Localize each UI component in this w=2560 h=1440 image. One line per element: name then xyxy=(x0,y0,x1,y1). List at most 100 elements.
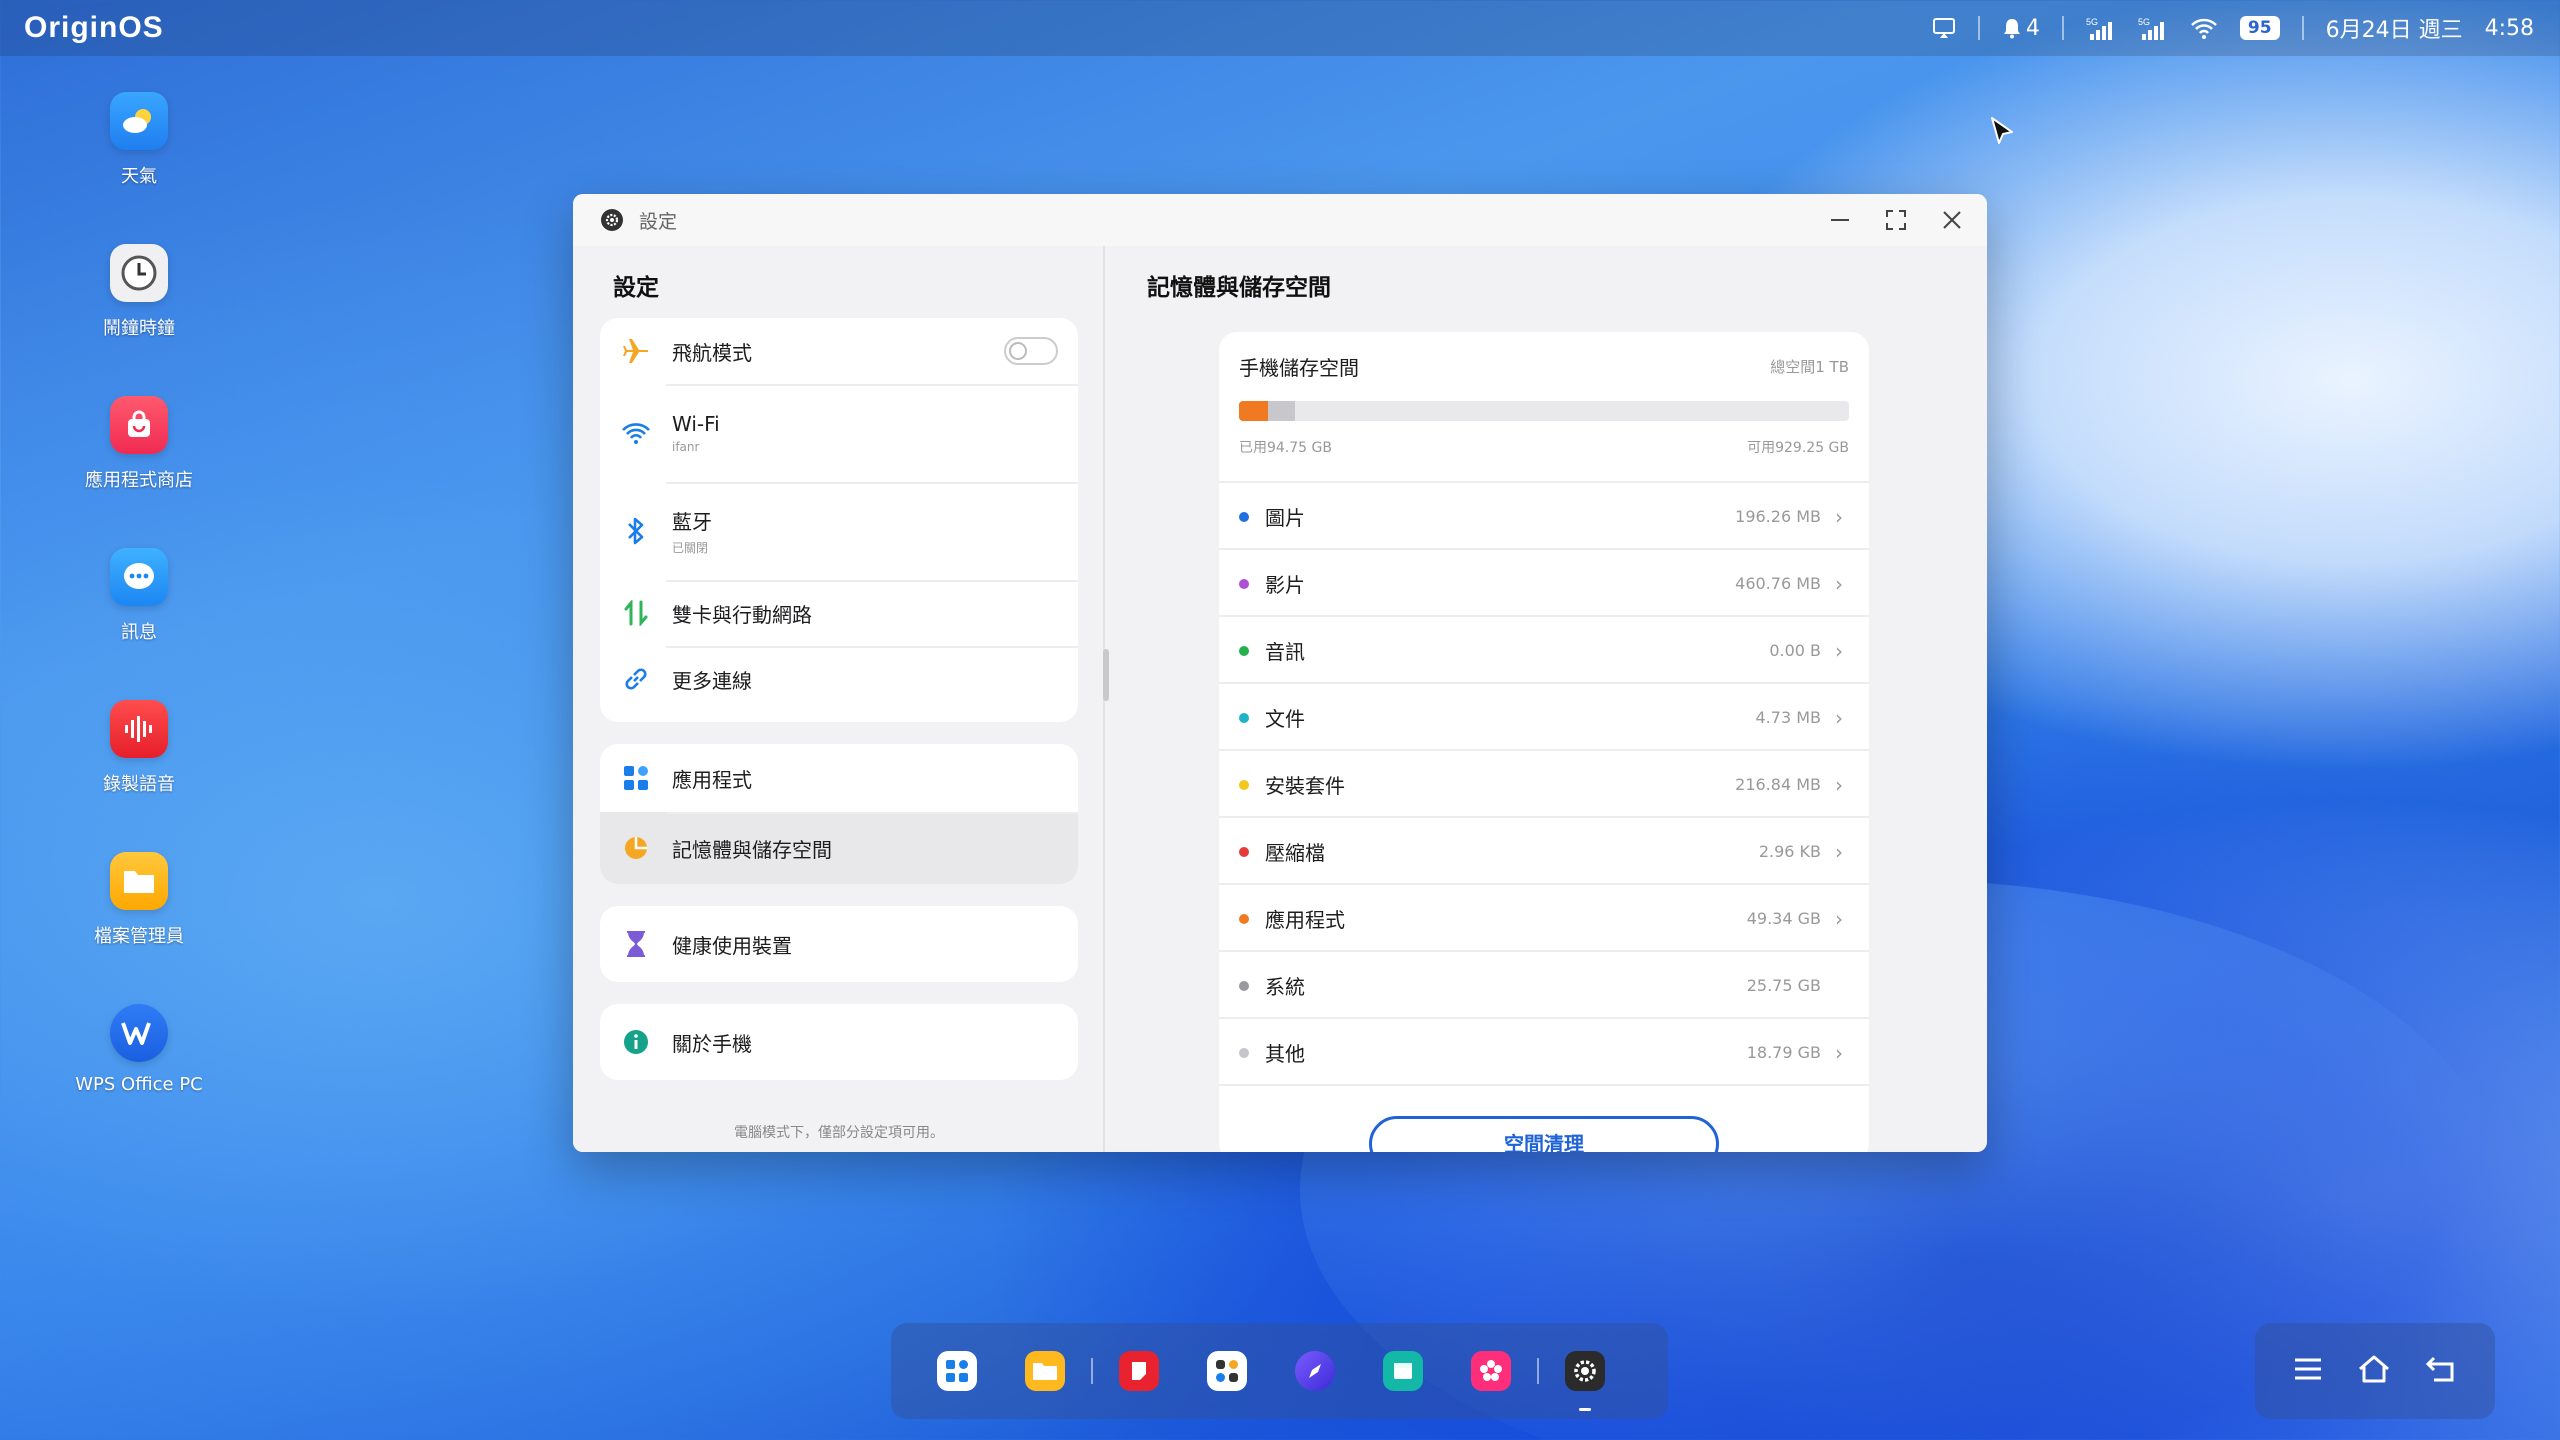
gallery-icon xyxy=(1383,1351,1423,1391)
sidebar-item-airplane-mode[interactable]: 飛航模式 xyxy=(600,318,1078,384)
desktop-mode-note: 電腦模式下，僅部分設定項可用。 xyxy=(734,1125,944,1141)
dock-app-gallery[interactable] xyxy=(1359,1351,1447,1391)
storage-available: 可用929.25 GB xyxy=(1747,440,1849,456)
close-button[interactable] xyxy=(1941,209,1963,231)
svg-text:5G: 5G xyxy=(2086,17,2098,27)
storage-category-archives[interactable]: 壓縮檔 2.96 KB › xyxy=(1219,818,1869,885)
storage-category-videos[interactable]: 影片 460.76 MB › xyxy=(1219,550,1869,617)
window-titlebar[interactable]: 設定 xyxy=(573,194,1987,246)
mobile-network-icon xyxy=(600,600,672,626)
link-icon xyxy=(600,665,672,693)
desktop-icon-app-store[interactable]: 應用程式商店 xyxy=(59,396,219,492)
storage-category-audio[interactable]: 音訊 0.00 B › xyxy=(1219,617,1869,684)
storage-category-apps[interactable]: 應用程式 49.34 GB › xyxy=(1219,885,1869,952)
bluetooth-status: 已關閉 xyxy=(672,541,709,555)
sidebar-item-digital-wellbeing[interactable]: 健康使用裝置 xyxy=(600,906,1078,982)
menu-button[interactable] xyxy=(2292,1355,2324,1387)
storage-category-other[interactable]: 其他 18.79 GB › xyxy=(1219,1019,1869,1086)
airplane-mode-toggle[interactable] xyxy=(1004,337,1058,365)
sidebar-item-mobile-network[interactable]: 雙卡與行動網路 xyxy=(600,580,1078,646)
storage-category-packages[interactable]: 安裝套件 216.84 MB › xyxy=(1219,751,1869,818)
dock-separator xyxy=(1537,1358,1539,1384)
date-label[interactable]: 6月24日 週三 xyxy=(2326,12,2463,44)
category-size: 4.73 MB xyxy=(1755,708,1822,727)
category-dot xyxy=(1239,645,1249,656)
back-button[interactable] xyxy=(2424,1354,2458,1388)
dock-app-album[interactable] xyxy=(1447,1351,1535,1391)
desktop-icon-label: 錄製語音 xyxy=(103,774,175,795)
category-dot xyxy=(1239,578,1249,589)
desktop-icon-messages[interactable]: 訊息 xyxy=(59,548,219,644)
window-title: 設定 xyxy=(639,210,678,233)
wifi-network-name: ifanr xyxy=(672,440,700,454)
screen-cast-icon[interactable] xyxy=(1932,17,1956,39)
minimize-button[interactable] xyxy=(1829,209,1851,231)
chevron-right-icon: › xyxy=(1835,571,1843,596)
tray-separator xyxy=(1977,16,1980,40)
connectivity-card: 飛航模式 Wi-Fi ifanr 藍牙 已關閉 雙卡與行動網路 更多連線 xyxy=(600,318,1078,722)
sidebar-item-more-connections[interactable]: 更多連線 xyxy=(600,646,1078,712)
running-indicator xyxy=(1579,1408,1591,1411)
category-size: 460.76 MB xyxy=(1735,574,1821,593)
time-label[interactable]: 4:58 xyxy=(2485,16,2534,41)
desktop-icon-wps-office[interactable]: WPS Office PC xyxy=(59,1004,219,1095)
browser-icon xyxy=(1295,1351,1335,1391)
app-store-icon xyxy=(110,396,168,454)
sidebar-item-storage[interactable]: 記憶體與儲存空間 xyxy=(600,812,1078,884)
category-size: 0.00 B xyxy=(1769,641,1821,660)
storage-icon xyxy=(600,834,672,862)
storage-category-pictures[interactable]: 圖片 196.26 MB › xyxy=(1219,483,1869,550)
sidebar-item-label: 雙卡與行動網路 xyxy=(672,602,812,627)
dock-app-file-manager[interactable] xyxy=(1001,1351,1089,1391)
desktop-icon-label: WPS Office PC xyxy=(75,1074,203,1095)
desktop-icon-voice-recorder[interactable]: 錄製語音 xyxy=(59,700,219,796)
dock-app-browser[interactable] xyxy=(1271,1351,1359,1391)
category-name: 圖片 xyxy=(1265,506,1305,530)
category-name: 音訊 xyxy=(1265,640,1305,664)
chevron-right-icon: › xyxy=(1835,772,1843,797)
desktop-icon-weather[interactable]: 天氣 xyxy=(59,92,219,188)
sidebar-item-wifi[interactable]: Wi-Fi ifanr xyxy=(600,384,1078,482)
file-manager-icon xyxy=(110,852,168,910)
space-cleanup-button[interactable]: 空間清理 xyxy=(1369,1116,1719,1152)
category-dot xyxy=(1239,846,1249,857)
sidebar-item-about-phone[interactable]: 關於手機 xyxy=(600,1004,1078,1080)
tools-icon xyxy=(1207,1351,1247,1391)
storage-card: 手機儲存空間 總空間1 TB 已用94.75 GB 可用929.25 GB 圖片… xyxy=(1219,332,1869,1152)
sidebar-item-apps[interactable]: 應用程式 xyxy=(600,744,1078,812)
apps-icon xyxy=(600,765,672,791)
category-name: 應用程式 xyxy=(1265,908,1345,932)
tray-separator xyxy=(2301,16,2304,40)
clock-icon xyxy=(110,244,168,302)
sidebar-item-label: 關於手機 xyxy=(672,1031,752,1056)
svg-text:5G: 5G xyxy=(2138,17,2150,27)
notification-count: 4 xyxy=(2025,15,2040,41)
category-size: 196.26 MB xyxy=(1735,507,1821,526)
maximize-button[interactable] xyxy=(1885,209,1907,231)
sidebar-item-label: 藍牙 xyxy=(672,510,712,534)
home-button[interactable] xyxy=(2357,1354,2391,1388)
notes-icon xyxy=(1119,1351,1159,1391)
notification-bell[interactable]: 4 xyxy=(2002,16,2040,41)
category-name: 文件 xyxy=(1265,707,1305,731)
desktop-icon-clock[interactable]: 鬧鐘時鐘 xyxy=(59,244,219,340)
navigation-bar xyxy=(2255,1323,2495,1419)
signal-icon: 5G xyxy=(2086,16,2116,40)
dock-app-notes[interactable] xyxy=(1095,1351,1183,1391)
sidebar-item-label: 更多連線 xyxy=(672,668,752,693)
desktop-icon-file-manager[interactable]: 檔案管理員 xyxy=(59,852,219,948)
category-size: 49.34 GB xyxy=(1746,909,1821,928)
chevron-right-icon: › xyxy=(1835,638,1843,663)
chevron-right-icon: › xyxy=(1835,906,1843,931)
sidebar-item-label: Wi-Fi xyxy=(672,412,720,436)
storage-used: 已用94.75 GB xyxy=(1239,440,1332,456)
desktop-icon-label: 應用程式商店 xyxy=(85,470,193,491)
health-card: 健康使用裝置 xyxy=(600,906,1078,982)
dock-app-launcher[interactable] xyxy=(913,1351,1001,1391)
airplane-icon xyxy=(600,337,672,365)
storage-category-documents[interactable]: 文件 4.73 MB › xyxy=(1219,684,1869,751)
sidebar-item-bluetooth[interactable]: 藍牙 已關閉 xyxy=(600,482,1078,580)
settings-window: 設定 設定 飛航模式 Wi-Fi ifanr 藍牙 已關閉 雙卡與行動網路 更多… xyxy=(573,194,1987,1152)
dock-app-settings[interactable] xyxy=(1541,1351,1629,1411)
dock-app-tools[interactable] xyxy=(1183,1351,1271,1391)
